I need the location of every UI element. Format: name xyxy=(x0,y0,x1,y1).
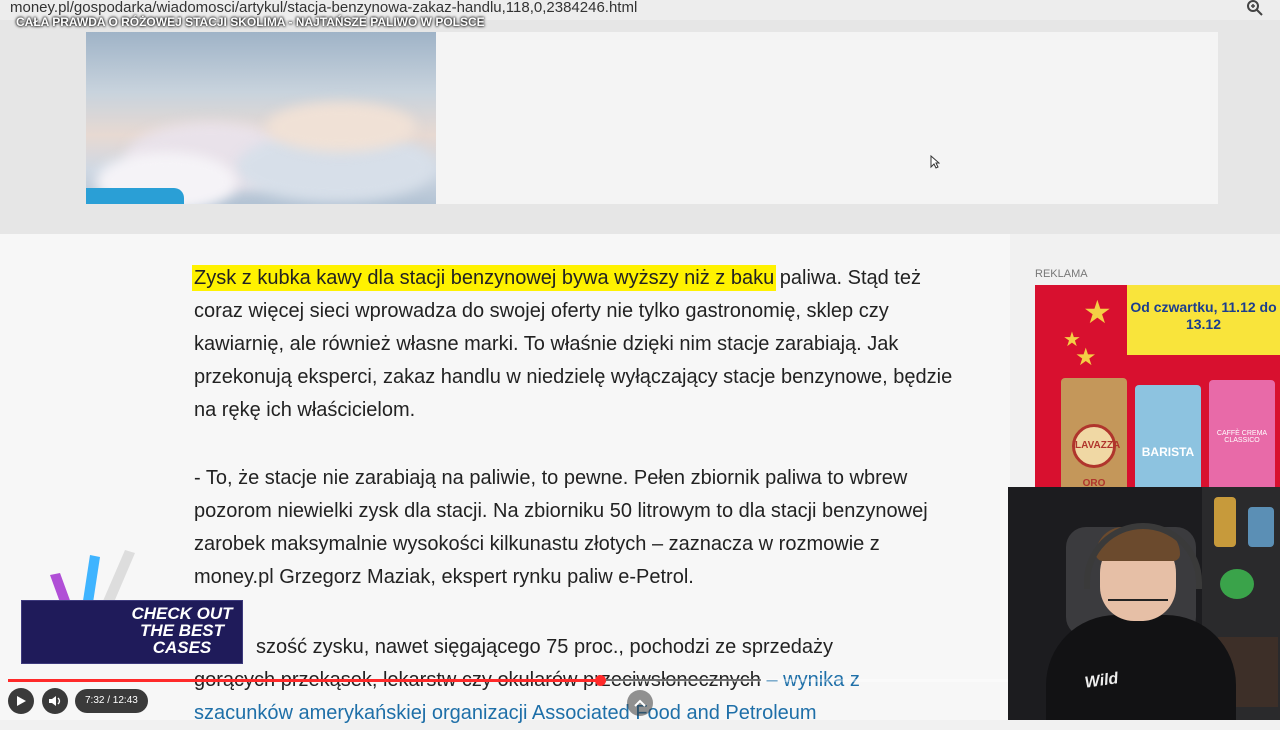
hero-tab xyxy=(86,188,184,204)
url-text: money.pl/gospodarka/wiadomosci/artykul/s… xyxy=(10,0,638,16)
hero-side-panel xyxy=(436,32,1218,204)
article-paragraph-1: Zysk z kubka kawy dla stacji benzynowej … xyxy=(194,262,954,427)
ad-promo-date: Od czwartku, 11.12 do 13.12 xyxy=(1127,285,1280,355)
highlighted-text: Zysk z kubka kawy dla stacji benzynowej … xyxy=(194,267,775,289)
volume-button[interactable] xyxy=(42,688,68,714)
article-paragraph-3: szość zysku, nawet sięgającego 75 proc.,… xyxy=(256,636,833,658)
expand-button[interactable] xyxy=(627,690,653,716)
webcam-overlay: Wild xyxy=(1008,487,1280,720)
promo-banner[interactable]: CHECK OUT THE BEST CASES xyxy=(21,600,243,664)
progress-fill xyxy=(8,679,600,682)
article-paragraph-3-line-3: szacunków amerykańskiej organizacji Asso… xyxy=(194,697,954,730)
source-link-continued[interactable]: szacunków amerykańskiej organizacji Asso… xyxy=(194,702,817,724)
zoom-icon[interactable] xyxy=(1246,0,1264,17)
play-button[interactable] xyxy=(8,688,34,714)
ad-label: REKLAMA xyxy=(1035,268,1088,280)
coffee-pack: CAFFÈ CREMA CLASSICO xyxy=(1209,380,1275,490)
promo-text: CHECK OUT THE BEST CASES xyxy=(131,604,233,657)
volume-icon xyxy=(49,696,61,706)
video-time: 7:32 / 12:43 xyxy=(75,689,148,713)
pack-label-oro: LAVAZZA ORO xyxy=(1072,424,1120,489)
pack-label-barista: BARISTA xyxy=(1141,445,1195,459)
article-paragraph-2: - To, że stacje nie zarabiają na paliwie… xyxy=(194,467,928,588)
video-title: CAŁA PRAWDA O RÓŻOWEJ STACJI SKOLIMA - N… xyxy=(16,15,485,29)
coffee-pack: BARISTA xyxy=(1135,385,1201,490)
pepe-plush xyxy=(1220,569,1254,599)
star-icon: ★ xyxy=(1075,344,1097,371)
shelf-figure xyxy=(1248,507,1274,547)
chevron-up-icon xyxy=(634,699,646,707)
star-icon: ★ xyxy=(1083,294,1112,330)
play-icon xyxy=(17,696,26,706)
glasses xyxy=(1108,585,1168,601)
paragraph-1-rest: paliwa. Stąd też coraz więcej sieci wpro… xyxy=(194,267,953,421)
pack-label-crema: CAFFÈ CREMA CLASSICO xyxy=(1216,430,1268,444)
article-hero-image xyxy=(86,32,436,204)
mouse-cursor-icon xyxy=(930,155,940,169)
advertisement-banner[interactable]: ★ ★ ★ Od czwartku, 11.12 do 13.12 LAVAZZ… xyxy=(1035,285,1280,490)
coffee-pack: LAVAZZA ORO xyxy=(1061,378,1127,490)
shelf-figure xyxy=(1214,497,1236,547)
progress-scrubber[interactable] xyxy=(595,675,606,686)
